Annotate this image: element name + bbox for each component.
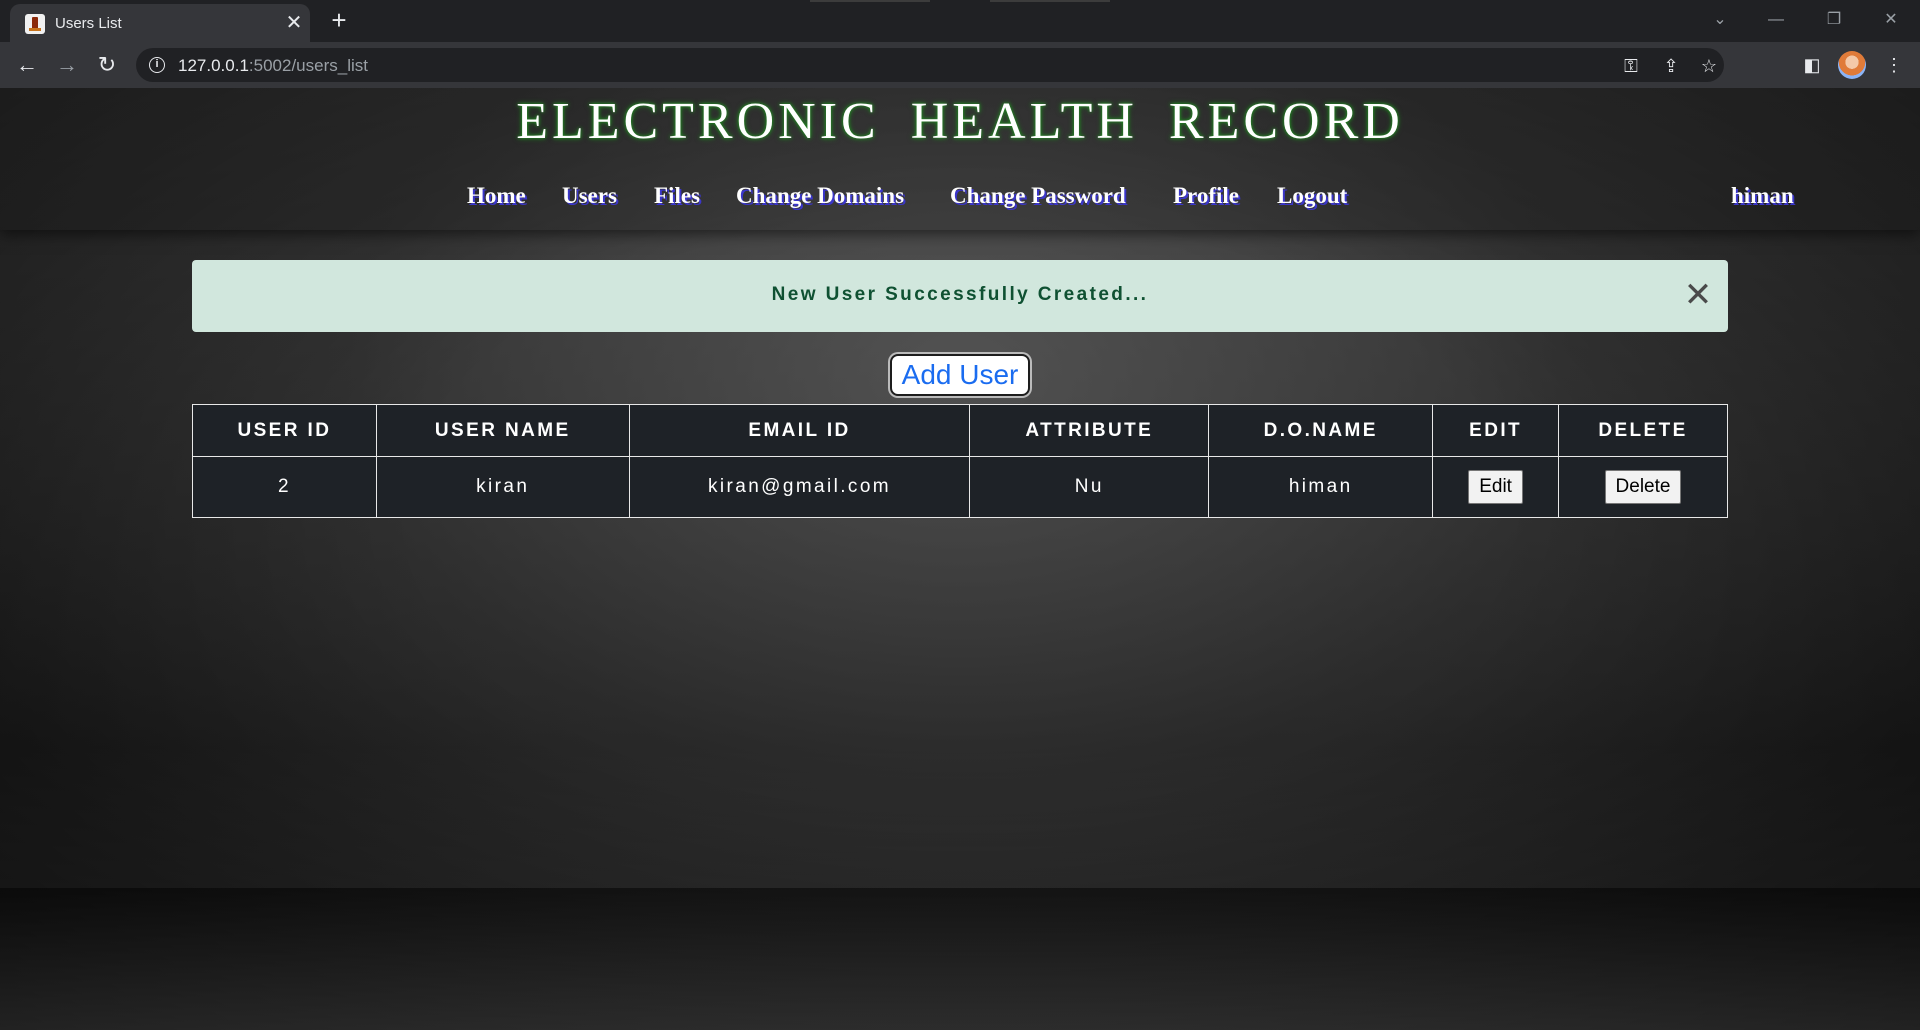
success-alert: New User Successfully Created... ✕ [192,260,1728,332]
browser-toolbar: ← → ↻ i 127.0.0.1:5002/users_list ⚿ ⇪ ☆ … [0,42,1920,88]
logged-in-username: himan [1731,183,1794,208]
delete-button[interactable]: Delete [1604,470,1682,504]
site-header: ELECTRONIC HEALTH RECORD Home Users File… [0,88,1920,230]
users-table: USER ID USER NAME EMAIL ID ATTRIBUTE D.O… [192,404,1728,518]
restore-icon[interactable]: ❐ [1817,6,1851,34]
main-nav: Home Users Files Change Domains Change P… [0,183,1920,219]
nav-change-password[interactable]: Change Password [950,183,1126,209]
cell-user-id: 2 [192,456,377,518]
nav-home[interactable]: Home [467,183,526,209]
minimize-icon[interactable]: — [1759,6,1793,34]
edit-button[interactable]: Edit [1468,470,1523,504]
side-panel-icon[interactable]: ◧ [1798,51,1826,79]
cell-attribute: Nu [969,456,1210,518]
forward-icon[interactable]: → [52,50,82,80]
site-title: ELECTRONIC HEALTH RECORD [516,93,1404,150]
col-header-user-name: USER NAME [375,404,630,457]
share-icon[interactable]: ⇪ [1658,53,1684,79]
nav-users[interactable]: Users [562,183,617,209]
key-icon[interactable]: ⚿ [1618,53,1644,79]
cell-do-name: himan [1208,456,1434,518]
tab-strip-indicator [810,0,930,2]
profile-avatar[interactable] [1838,51,1866,79]
cell-user-name: kiran [375,456,630,518]
close-tab-icon[interactable]: ✕ [282,11,306,35]
back-icon[interactable]: ← [12,50,42,80]
alert-message: New User Successfully Created... [771,284,1149,305]
cell-email: kiran@gmail.com [628,456,971,518]
col-header-attribute: ATTRIBUTE [969,404,1210,457]
table-header-row: USER ID USER NAME EMAIL ID ATTRIBUTE D.O… [192,404,1728,457]
col-header-delete: DELETE [1558,404,1728,457]
nav-files[interactable]: Files [654,183,700,209]
tab-search-icon[interactable]: ⌄ [1703,6,1737,34]
close-icon[interactable]: ✕ [1682,278,1714,312]
nav-profile[interactable]: Profile [1173,183,1239,209]
url-host: 127.0.0.1 [178,56,249,75]
url-path: :5002/users_list [248,56,368,75]
table-row: 2 kiran kiran@gmail.com Nu himan Edit De… [192,456,1728,518]
star-icon[interactable]: ☆ [1696,53,1722,79]
kebab-menu-icon[interactable]: ⋮ [1880,51,1908,79]
background-floor [0,888,1920,1030]
col-header-email-id: EMAIL ID [628,404,971,457]
browser-tab-bar: Users List ✕ + ⌄ — ❐ ✕ [0,0,1920,42]
new-tab-icon[interactable]: + [325,7,353,35]
col-header-edit: EDIT [1432,404,1560,457]
col-header-user-id: USER ID [192,404,377,457]
info-icon[interactable]: i [149,57,165,73]
cell-delete: Delete [1558,456,1728,518]
window-close-icon[interactable]: ✕ [1874,6,1908,34]
nav-change-domains[interactable]: Change Domains [736,183,904,209]
tab-strip-indicator [990,0,1110,2]
nav-logout[interactable]: Logout [1277,183,1347,209]
browser-tab[interactable]: Users List ✕ [10,4,310,42]
cell-edit: Edit [1432,456,1560,518]
favicon-icon [25,14,45,34]
add-user-button[interactable]: Add User [890,354,1030,396]
url-text: 127.0.0.1:5002/users_list [178,56,368,76]
tab-title: Users List [55,15,122,32]
reload-icon[interactable]: ↻ [92,50,122,80]
address-bar[interactable]: i 127.0.0.1:5002/users_list ⚿ ⇪ ☆ [136,48,1724,82]
col-header-do-name: D.O.NAME [1208,404,1434,457]
page-content: ELECTRONIC HEALTH RECORD Home Users File… [0,88,1920,1030]
